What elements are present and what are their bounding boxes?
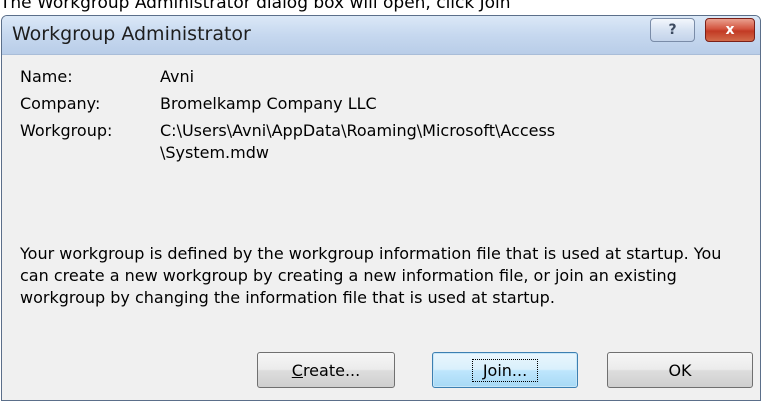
help-icon: ? — [668, 22, 677, 38]
company-value: Bromelkamp Company LLC — [160, 94, 377, 113]
close-button[interactable]: x — [705, 18, 755, 42]
help-button[interactable]: ? — [650, 18, 695, 42]
page-caption: The Workgroup Administrator dialog box w… — [0, 0, 511, 13]
title-bar[interactable]: Workgroup Administrator ? x — [2, 16, 760, 55]
company-label: Company: — [20, 94, 101, 113]
join-label-rest: oin... — [487, 360, 528, 380]
workgroup-path: C:\Users\Avni\AppData\Roaming\Microsoft\… — [160, 121, 556, 162]
create-mnemonic: C — [291, 360, 303, 380]
join-button[interactable]: Join... — [432, 352, 578, 388]
dialog-title: Workgroup Administrator — [12, 23, 251, 45]
workgroup-administrator-dialog: Workgroup Administrator ? x Name: Avni C… — [1, 15, 761, 401]
join-focus-ring: Join... — [471, 358, 539, 382]
dialog-content: Name: Avni Company: Bromelkamp Company L… — [2, 55, 760, 400]
create-button[interactable]: Create... — [257, 352, 395, 388]
close-icon: x — [725, 22, 735, 38]
name-label: Name: — [20, 67, 73, 86]
ok-button[interactable]: OK — [607, 352, 753, 388]
create-label-rest: reate... — [302, 360, 361, 380]
workgroup-description: Your workgroup is defined by the workgro… — [20, 244, 722, 307]
workgroup-label: Workgroup: — [20, 121, 113, 140]
name-value: Avni — [160, 67, 195, 86]
